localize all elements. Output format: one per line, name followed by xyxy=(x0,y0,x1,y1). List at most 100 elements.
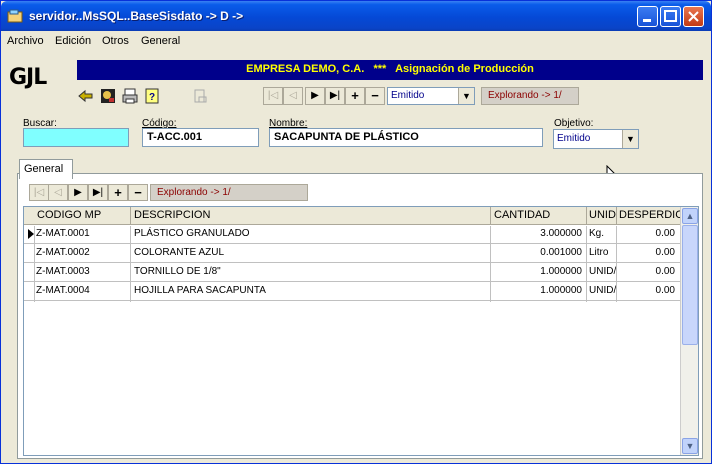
sub-first-record-button[interactable]: |◁ xyxy=(29,184,49,201)
col-divider xyxy=(586,207,587,225)
sub-explorer-status: Explorando -> 1/ xyxy=(150,184,308,201)
cell-codigo: Z-MAT.0004 xyxy=(36,285,90,296)
scroll-thumb[interactable] xyxy=(682,225,698,345)
cell-codigo: Z-MAT.0003 xyxy=(36,266,90,277)
nombre-field[interactable]: SACAPUNTA DE PLÁSTICO xyxy=(269,128,543,147)
first-icon: |◁ xyxy=(267,90,279,101)
first-record-button[interactable]: |◁ xyxy=(263,87,283,105)
menu-general[interactable]: General xyxy=(141,35,180,47)
banner-stars: *** xyxy=(373,63,387,75)
buscar-input[interactable] xyxy=(23,128,129,147)
print-disabled-icon xyxy=(194,89,207,103)
col-divider xyxy=(586,226,587,302)
cell-cantidad: 1.000000 xyxy=(540,266,582,277)
vertical-scrollbar[interactable]: ▲ ▼ xyxy=(680,207,698,455)
plus-icon: + xyxy=(114,185,122,200)
cell-cantidad: 0.001000 xyxy=(540,247,582,258)
sub-next-record-button[interactable]: ▶ xyxy=(68,184,88,201)
svg-text:?: ? xyxy=(149,92,155,103)
col-divider xyxy=(490,226,491,302)
last-icon: ▶| xyxy=(329,90,341,101)
objetivo-select-value: Emitido xyxy=(557,133,591,144)
grid-header: CODIGO MP DESCRIPCION CANTIDAD UNID DESP… xyxy=(24,207,680,225)
sub-delete-button[interactable]: − xyxy=(128,184,148,201)
materials-grid: CODIGO MP DESCRIPCION CANTIDAD UNID DESP… xyxy=(23,206,699,456)
minus-icon: − xyxy=(134,185,142,200)
col-desperdicio[interactable]: DESPERDIC xyxy=(619,209,680,221)
cell-unidad: Kg. xyxy=(589,228,605,239)
company-name: EMPRESA DEMO, C.A. xyxy=(246,63,365,75)
company-logo: GJL xyxy=(9,65,47,90)
last-record-button[interactable]: ▶| xyxy=(325,87,345,105)
status-select[interactable]: Emitido ▼ xyxy=(387,87,475,105)
previous-icon: ◁ xyxy=(54,187,62,198)
cell-cantidad: 1.000000 xyxy=(540,285,582,296)
cell-desperdicio: 0.00 xyxy=(655,247,675,258)
sub-add-button[interactable]: + xyxy=(108,184,128,201)
table-row[interactable]: Z-MAT.0003 TORNILLO DE 1/8" 1.000000 UNI… xyxy=(24,264,680,282)
objetivo-label: Objetivo: xyxy=(554,118,594,129)
table-row[interactable]: Z-MAT.0002 COLORANTE AZUL 0.001000 Litro… xyxy=(24,245,680,263)
next-record-button[interactable]: ▶ xyxy=(305,87,325,105)
table-row[interactable]: Z-MAT.0001 PLÁSTICO GRANULADO 3.000000 K… xyxy=(24,226,680,244)
first-icon: |◁ xyxy=(33,187,45,198)
delete-record-button[interactable]: − xyxy=(365,87,385,105)
cell-desperdicio: 0.00 xyxy=(655,228,675,239)
title-bar[interactable]: servidor..MsSQL..BaseSisdato -> D -> xyxy=(1,1,711,31)
cell-codigo: Z-MAT.0002 xyxy=(36,247,90,258)
objetivo-select[interactable]: Emitido ▼ xyxy=(553,129,639,149)
col-divider xyxy=(130,207,131,225)
last-icon: ▶| xyxy=(92,187,104,198)
chevron-down-icon[interactable]: ▼ xyxy=(622,130,638,148)
sub-previous-record-button[interactable]: ◁ xyxy=(48,184,68,201)
sub-last-record-button[interactable]: ▶| xyxy=(88,184,108,201)
tab-general[interactable]: General xyxy=(19,159,73,179)
col-divider xyxy=(616,226,617,302)
cell-descripcion: PLÁSTICO GRANULADO xyxy=(134,228,250,239)
cell-desperdicio: 0.00 xyxy=(655,285,675,296)
menu-edicion[interactable]: Edición xyxy=(55,35,91,47)
row-selector-divider xyxy=(34,226,35,302)
cell-descripcion: COLORANTE AZUL xyxy=(134,247,225,258)
previous-record-button[interactable]: ◁ xyxy=(283,87,303,105)
close-button[interactable] xyxy=(683,6,704,27)
cell-desperdicio: 0.00 xyxy=(655,266,675,277)
menu-otros[interactable]: Otros xyxy=(102,35,129,47)
module-name: Asignación de Producción xyxy=(395,63,534,75)
chevron-down-icon[interactable]: ▼ xyxy=(458,88,474,104)
col-descripcion[interactable]: DESCRIPCION xyxy=(134,209,210,221)
minimize-button[interactable] xyxy=(637,6,658,27)
cell-unidad: UNID/ xyxy=(589,285,616,296)
col-divider xyxy=(490,207,491,225)
company-banner: EMPRESA DEMO, C.A. *** Asignación de Pro… xyxy=(77,60,703,80)
previous-icon: ◁ xyxy=(289,90,297,101)
cell-unidad: Litro xyxy=(589,247,609,258)
cell-descripcion: HOJILLA PARA SACAPUNTA xyxy=(134,285,266,296)
cell-codigo: Z-MAT.0001 xyxy=(36,228,90,239)
col-cantidad[interactable]: CANTIDAD xyxy=(494,209,550,221)
scroll-up-icon[interactable]: ▲ xyxy=(682,208,698,224)
exit-door-icon[interactable] xyxy=(77,87,95,105)
printer-icon[interactable] xyxy=(121,87,139,105)
window-title: servidor..MsSQL..BaseSisdato -> D -> xyxy=(29,9,244,23)
col-divider xyxy=(616,207,617,225)
col-unidad[interactable]: UNID xyxy=(589,209,616,221)
col-divider xyxy=(130,226,131,302)
scroll-down-icon[interactable]: ▼ xyxy=(682,438,698,454)
maximize-button[interactable] xyxy=(660,6,681,27)
maximize-icon xyxy=(664,10,677,22)
next-icon: ▶ xyxy=(311,90,319,101)
next-icon: ▶ xyxy=(74,187,82,198)
codigo-field[interactable]: T-ACC.001 xyxy=(142,128,259,147)
table-row[interactable]: Z-MAT.0004 HOJILLA PARA SACAPUNTA 1.0000… xyxy=(24,283,680,301)
status-select-value: Emitido xyxy=(391,90,425,101)
help-document-icon[interactable]: ? xyxy=(143,87,161,105)
menu-bar: Archivo Edición Otros General xyxy=(1,31,711,51)
search-record-icon[interactable] xyxy=(99,87,117,105)
cell-unidad: UNID/ xyxy=(589,266,616,277)
add-record-button[interactable]: + xyxy=(345,87,365,105)
menu-archivo[interactable]: Archivo xyxy=(7,35,44,47)
minimize-icon xyxy=(643,19,651,22)
cell-cantidad: 3.000000 xyxy=(540,228,582,239)
col-codigo[interactable]: CODIGO MP xyxy=(37,209,101,221)
